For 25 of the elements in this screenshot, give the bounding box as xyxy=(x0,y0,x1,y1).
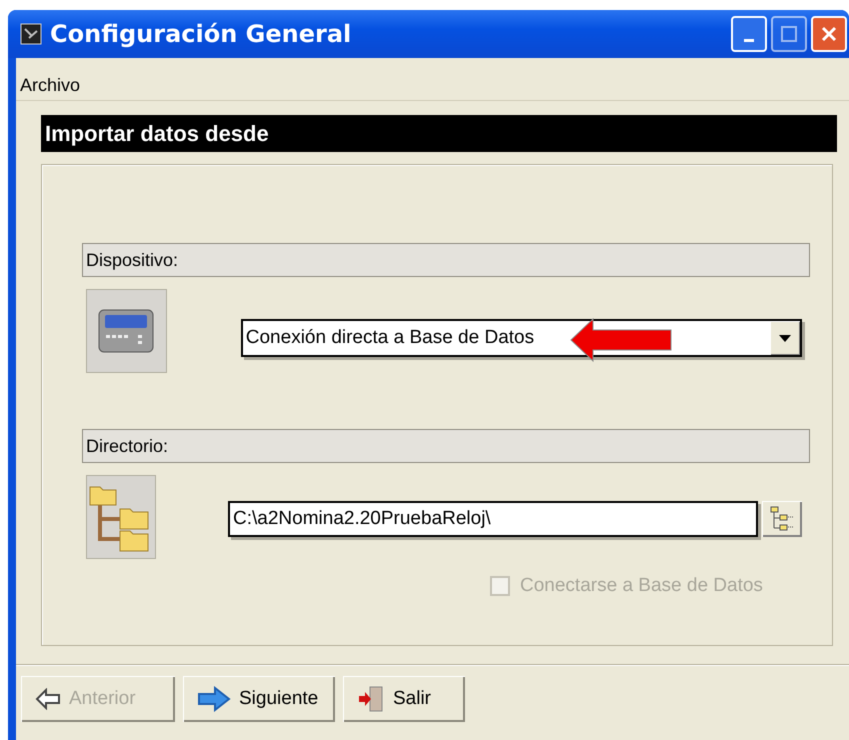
pointer-arrow-icon xyxy=(568,317,673,363)
app-icon xyxy=(20,23,42,45)
checkbox-label: Conectarse a Base de Datos xyxy=(520,575,763,597)
close-button[interactable] xyxy=(811,16,847,52)
terminal-device-icon xyxy=(86,289,167,373)
menu-item[interactable]: Archivo xyxy=(18,72,82,98)
minimize-icon xyxy=(744,38,754,42)
browse-button[interactable] xyxy=(762,501,802,537)
right-arrow-icon xyxy=(197,686,231,712)
folder-tree-icon xyxy=(86,475,156,559)
tree-icon xyxy=(770,506,794,532)
directory-field[interactable]: C:\a2Nomina2.20PruebaReloj\ xyxy=(228,501,758,537)
directory-label: Directorio: xyxy=(82,429,810,463)
exit-door-icon xyxy=(357,685,385,713)
section-header: Importar datos desde xyxy=(41,115,837,152)
maximize-button[interactable] xyxy=(771,16,807,52)
close-icon xyxy=(819,24,839,44)
exit-button[interactable]: Salir xyxy=(343,676,465,722)
window-title: Configuración General xyxy=(50,20,352,48)
caret-icon xyxy=(779,334,791,342)
next-button[interactable]: Siguiente xyxy=(183,676,335,722)
minimize-button[interactable] xyxy=(731,16,767,52)
device-label: Dispositivo: xyxy=(82,243,810,277)
maximize-icon xyxy=(780,25,798,43)
left-arrow-icon xyxy=(35,688,61,710)
